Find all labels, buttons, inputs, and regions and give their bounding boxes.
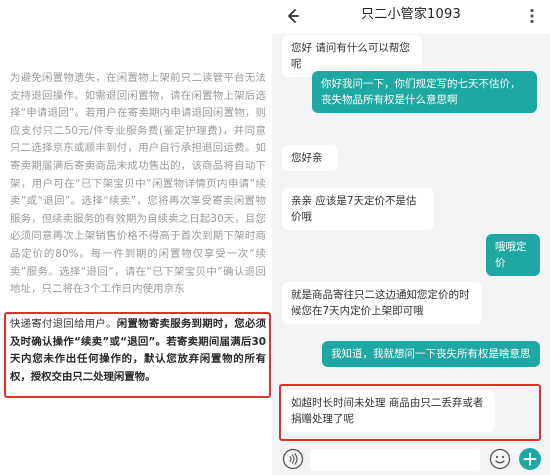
voice-icon[interactable] xyxy=(282,448,304,470)
document-panel: 为避免闲置物遗失，在闲置物上架前只二读管平台无法支持退回操作。如需退回闲置物，请… xyxy=(0,0,272,475)
arrow-left-icon[interactable] xyxy=(282,6,302,26)
agent-message: 就是商品寄往只二这边通知您定价的时候您在7天内定价上架即可哦 xyxy=(282,282,482,324)
emoji-icon[interactable] xyxy=(489,448,511,470)
message-highlight-box xyxy=(279,384,541,441)
more-vertical-icon[interactable] xyxy=(522,6,542,26)
input-bar xyxy=(272,444,550,475)
agent-message: 您好亲 xyxy=(282,145,338,171)
message-input[interactable] xyxy=(310,449,480,471)
chat-header: 只二小管家1093 xyxy=(272,0,550,34)
agent-message: 亲亲 应该是7天定价不是估价哦 xyxy=(282,188,434,230)
document-paragraph: 为避免闲置物遗失，在闲置物上架前只二读管平台无法支持退回操作。如需退回闲置物，请… xyxy=(10,72,266,296)
chat-screen: 只二小管家1093 您好 请问有什么可以帮您呢 你好我问一下，你们规定写的七天不… xyxy=(272,0,550,475)
user-message: 你好我问一下，你们规定写的七天不估价，丧失物品所有权是什么意思啊 xyxy=(312,71,537,113)
document-highlighted-clause: 快递寄付退回给用户。闲置物寄卖服务到期时，您必须及时确认操作“续卖”或“退回”。… xyxy=(10,316,266,386)
user-message: 我知道，我就想问一下丧失所有权是啥意思 xyxy=(322,341,540,367)
user-message: 哦哦定价 xyxy=(486,234,540,276)
chat-title: 只二小管家1093 xyxy=(361,7,461,22)
plus-icon[interactable] xyxy=(518,447,542,471)
document-highlight-plain: 快递寄付退回给用户。 xyxy=(10,318,117,330)
